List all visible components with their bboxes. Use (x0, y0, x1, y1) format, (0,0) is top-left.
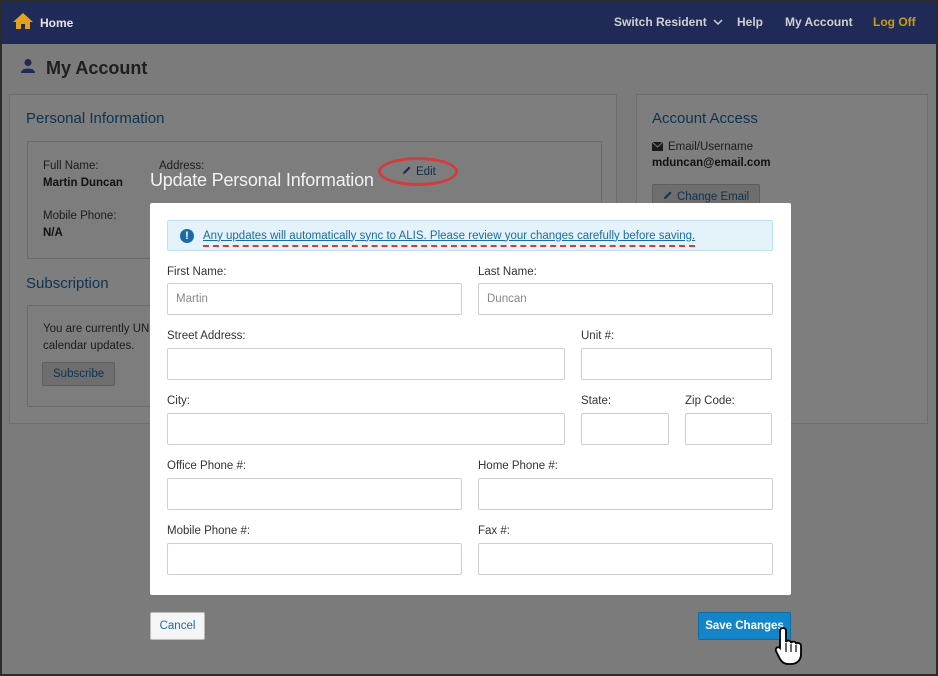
subscription-text-line1: You are currently UNS (43, 323, 157, 335)
nav-home-link[interactable]: Home (12, 12, 73, 33)
fax-label: Fax #: (478, 525, 510, 537)
edit-personal-info-link[interactable]: Edit (402, 165, 436, 178)
switch-resident-menu[interactable]: Switch Resident (614, 15, 723, 29)
chevron-down-icon (713, 15, 723, 29)
email-username-label: Email/Username (668, 141, 753, 153)
subscription-heading: Subscription (26, 275, 109, 292)
subscription-text-line2: calendar updates. (43, 340, 135, 352)
top-navbar: Home Switch Resident Help My Account Log… (2, 2, 936, 44)
email-value: mduncan@email.com (652, 157, 771, 169)
mobile-phone-label: Mobile Phone: (43, 210, 117, 222)
nav-help-link[interactable]: Help (737, 15, 763, 29)
state-input[interactable] (581, 413, 669, 445)
unit-input[interactable] (581, 348, 772, 380)
app-window: Home Switch Resident Help My Account Log… (0, 0, 938, 676)
home-phone-label: Home Phone #: (478, 460, 558, 472)
mobile-phone-field-label: Mobile Phone #: (167, 525, 251, 537)
page-title-text: My Account (46, 58, 148, 78)
office-phone-input[interactable] (167, 478, 462, 510)
street-address-input[interactable] (167, 348, 565, 380)
nav-home-label: Home (40, 15, 74, 30)
unit-label: Unit #: (581, 330, 615, 342)
edit-label: Edit (416, 165, 436, 178)
email-label-row: Email/Username (651, 140, 753, 154)
first-name-input[interactable] (167, 283, 462, 315)
switch-resident-label: Switch Resident (614, 15, 707, 29)
home-icon (12, 12, 40, 33)
subscribe-button[interactable]: Subscribe (42, 362, 116, 386)
page-title: My Account (20, 58, 147, 79)
city-input[interactable] (167, 413, 565, 445)
zip-code-label: Zip Code: (685, 395, 735, 407)
full-name-label: Full Name: (43, 160, 99, 172)
full-name-value: Martin Duncan (43, 177, 123, 189)
state-label: State: (581, 395, 612, 407)
sync-alert-text: Any updates will automatically sync to A… (203, 229, 696, 247)
zip-code-input[interactable] (685, 413, 772, 445)
last-name-input[interactable] (478, 283, 773, 315)
modal-title: Update Personal Information (150, 170, 374, 190)
account-access-heading: Account Access (652, 110, 758, 127)
street-address-label: Street Address: (167, 330, 246, 342)
last-name-label: Last Name: (478, 266, 537, 278)
office-phone-label: Office Phone #: (167, 460, 247, 472)
city-label: City: (167, 395, 190, 407)
pencil-icon (402, 165, 416, 178)
nav-my-account-link[interactable]: My Account (785, 15, 853, 29)
hand-pointer-icon (774, 626, 804, 669)
pencil-icon (663, 190, 673, 203)
first-name-label: First Name: (167, 266, 227, 278)
personal-info-heading: Personal Information (26, 110, 165, 127)
info-exclamation-icon: ! (180, 228, 194, 243)
fax-input[interactable] (478, 543, 773, 575)
nav-log-off-link[interactable]: Log Off (873, 15, 916, 29)
change-email-label: Change Email (677, 190, 750, 203)
user-icon (20, 58, 46, 79)
envelope-icon (651, 140, 664, 154)
update-personal-info-modal: ! Any updates will automatically sync to… (150, 203, 791, 595)
mobile-phone-value: N/A (43, 227, 63, 239)
home-phone-input[interactable] (478, 478, 773, 510)
mobile-phone-input[interactable] (167, 543, 462, 575)
cancel-button[interactable]: Cancel (150, 612, 205, 640)
sync-alert: ! Any updates will automatically sync to… (167, 220, 773, 251)
